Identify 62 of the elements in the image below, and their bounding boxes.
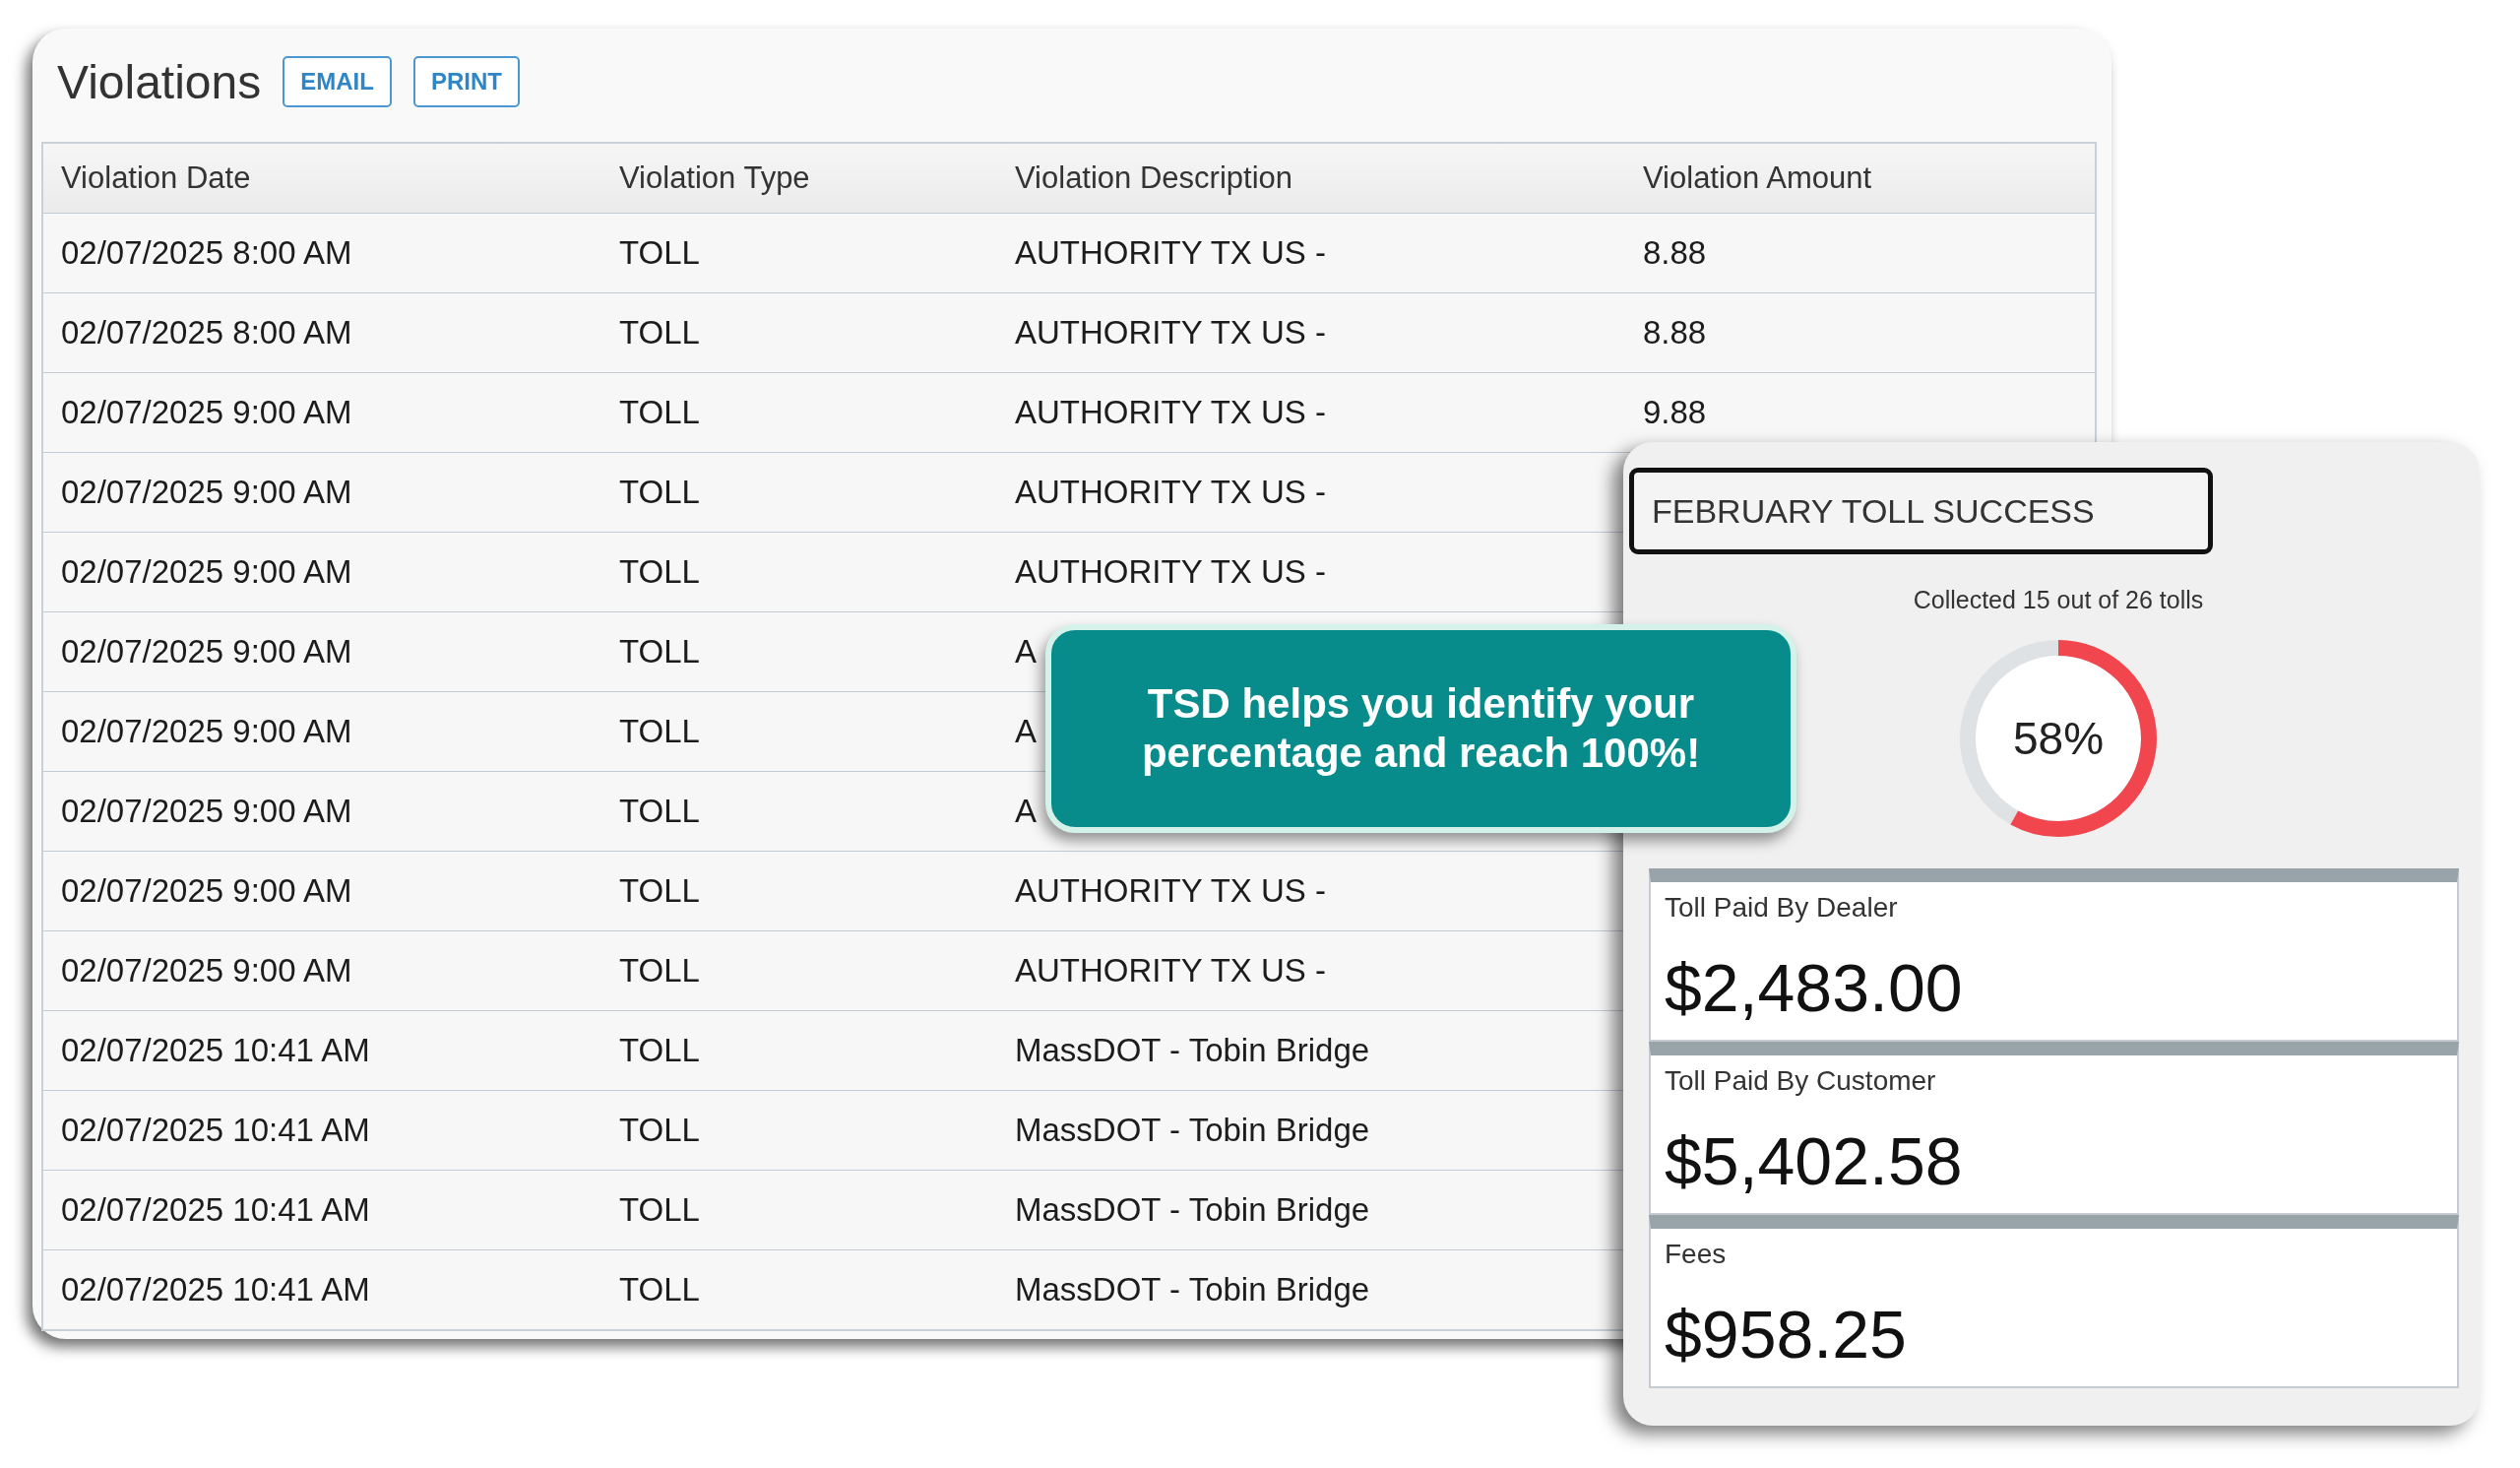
panel-title: Violations xyxy=(57,54,262,109)
summary-title: FEBRUARY TOLL SUCCESS xyxy=(1629,468,2213,554)
table-cell-text: 02/07/2025 9:00 AM xyxy=(60,633,352,670)
callout-text: TSD helps you identify your percentage and reach 100%! xyxy=(1140,678,1702,778)
table-cell-text: TOLL xyxy=(618,1191,700,1229)
table-cell-text: TOLL xyxy=(618,1271,700,1308)
table-cell-text: 02/07/2025 9:00 AM xyxy=(60,872,352,910)
table-cell-text: TOLL xyxy=(618,872,700,910)
table-cell-text: A xyxy=(1014,633,1037,670)
table-cell-text: TOLL xyxy=(618,713,700,750)
table-cell-text: 02/07/2025 8:00 AM xyxy=(60,314,352,351)
table-cell-text: 02/07/2025 9:00 AM xyxy=(60,553,352,591)
table-cell-text: AUTHORITY TX US - xyxy=(1014,872,1326,910)
table-cell-text: TOLL xyxy=(618,1112,700,1149)
table-cell-text: 02/07/2025 9:00 AM xyxy=(60,793,352,830)
table-cell-text: AUTHORITY TX US - xyxy=(1014,553,1326,591)
table-cell-text: 02/07/2025 9:00 AM xyxy=(60,952,352,989)
table-cell-text: TOLL xyxy=(618,314,700,351)
table-cell-text: TOLL xyxy=(618,394,700,431)
column-header: Violation Description xyxy=(1014,160,1293,196)
table-cell-text: 8.88 xyxy=(1642,234,1707,272)
percent-value: 58% xyxy=(2012,712,2105,765)
table-cell-text: AUTHORITY TX US - xyxy=(1014,234,1326,272)
table-cell-text: A xyxy=(1014,713,1037,750)
stat-value: $5,402.58 xyxy=(1665,1122,1964,1200)
table-cell-text: TOLL xyxy=(618,952,700,989)
table-cell-text: MassDOT - Tobin Bridge xyxy=(1014,1271,1370,1308)
stat-value: $958.25 xyxy=(1665,1296,1908,1373)
table-cell-text: AUTHORITY TX US - xyxy=(1014,952,1326,989)
table-cell-text: 02/07/2025 9:00 AM xyxy=(60,474,352,511)
table-cell-text: AUTHORITY TX US - xyxy=(1014,314,1326,351)
table-cell-text: A xyxy=(1014,793,1037,830)
table-cell-text: 02/07/2025 10:41 AM xyxy=(60,1032,370,1069)
stat-label: Fees xyxy=(1665,1239,1728,1270)
table-cell-text: 02/07/2025 8:00 AM xyxy=(60,234,352,272)
table-cell-text: TOLL xyxy=(618,633,700,670)
stat-label: Toll Paid By Customer xyxy=(1665,1065,1937,1097)
table-cell-text: MassDOT - Tobin Bridge xyxy=(1014,1191,1370,1229)
stat-label: Toll Paid By Dealer xyxy=(1665,892,1899,924)
table-cell-text: 9.88 xyxy=(1642,394,1707,431)
column-header: Violation Type xyxy=(618,160,810,196)
table-cell-text: 02/07/2025 10:41 AM xyxy=(60,1271,370,1308)
table-cell-text: TOLL xyxy=(618,234,700,272)
action-button[interactable]: PRINT xyxy=(412,56,520,107)
table-cell-text: TOLL xyxy=(618,1032,700,1069)
table-cell-text: AUTHORITY TX US - xyxy=(1014,394,1326,431)
table-cell-text: MassDOT - Tobin Bridge xyxy=(1014,1032,1370,1069)
table-cell-text: 02/07/2025 10:41 AM xyxy=(60,1112,370,1149)
table-cell-text: 8.88 xyxy=(1642,314,1707,351)
table-cell-text: TOLL xyxy=(618,553,700,591)
stat-value: $2,483.00 xyxy=(1665,949,1964,1027)
table-cell-text: TOLL xyxy=(618,474,700,511)
table-cell-text: MassDOT - Tobin Bridge xyxy=(1014,1112,1370,1149)
table-cell-text: 02/07/2025 9:00 AM xyxy=(60,713,352,750)
table-cell-text: TOLL xyxy=(618,793,700,830)
table-cell-text: 02/07/2025 10:41 AM xyxy=(60,1191,370,1229)
column-header: Violation Date xyxy=(60,160,251,196)
collected-caption: Collected 15 out of 26 tolls xyxy=(1913,586,2204,614)
column-header: Violation Amount xyxy=(1642,160,1872,196)
action-button[interactable]: EMAIL xyxy=(283,56,392,107)
table-cell-text: 02/07/2025 9:00 AM xyxy=(60,394,352,431)
table-cell-text: AUTHORITY TX US - xyxy=(1014,474,1326,511)
